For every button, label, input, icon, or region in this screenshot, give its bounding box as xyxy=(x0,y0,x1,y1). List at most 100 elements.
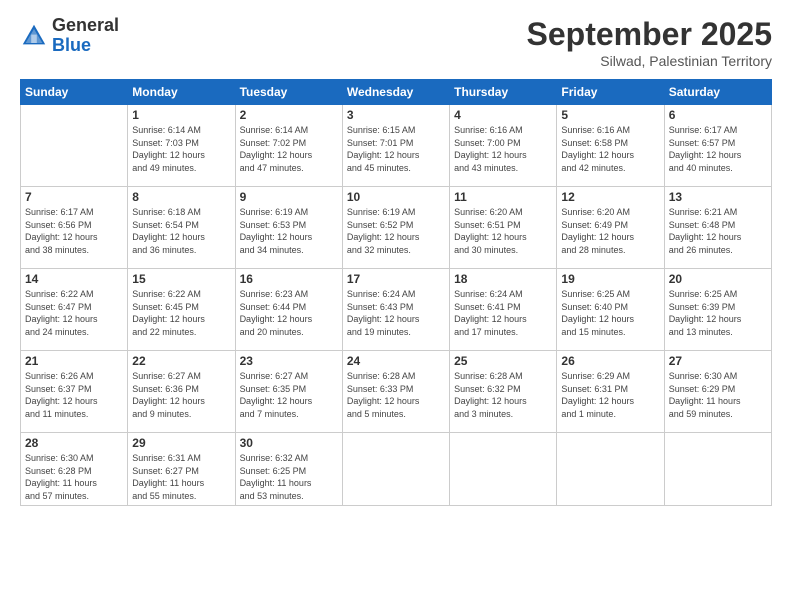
day-info: Sunrise: 6:28 AM Sunset: 6:33 PM Dayligh… xyxy=(347,370,445,420)
day-info: Sunrise: 6:23 AM Sunset: 6:44 PM Dayligh… xyxy=(240,288,338,338)
calendar-cell xyxy=(557,433,664,506)
day-info: Sunrise: 6:29 AM Sunset: 6:31 PM Dayligh… xyxy=(561,370,659,420)
day-number: 28 xyxy=(25,436,123,450)
calendar-cell: 24 Sunrise: 6:28 AM Sunset: 6:33 PM Dayli… xyxy=(342,351,449,433)
day-number: 29 xyxy=(132,436,230,450)
calendar-cell: 19Sunrise: 6:25 AM Sunset: 6:40 PM Dayli… xyxy=(557,269,664,351)
day-number: 17 xyxy=(347,272,445,286)
day-number: 1 xyxy=(132,108,230,122)
month-title: September 2025 xyxy=(527,16,772,53)
day-number: 21 xyxy=(25,354,123,368)
calendar-cell: 14 Sunrise: 6:22 AM Sunset: 6:47 PM Dayli… xyxy=(21,269,128,351)
calendar-week-1: 7 Sunrise: 6:17 AM Sunset: 6:56 PM Daylig… xyxy=(21,187,772,269)
calendar-cell xyxy=(664,433,771,506)
day-number: 9 xyxy=(240,190,338,204)
title-area: September 2025 Silwad, Palestinian Terri… xyxy=(527,16,772,69)
day-info: Sunrise: 6:22 AM Sunset: 6:45 PM Dayligh… xyxy=(132,288,230,338)
day-number: 3 xyxy=(347,108,445,122)
calendar-cell: 27Sunrise: 6:30 AM Sunset: 6:29 PM Dayli… xyxy=(664,351,771,433)
day-number: 30 xyxy=(240,436,338,450)
day-number: 18 xyxy=(454,272,552,286)
day-number: 7 xyxy=(25,190,123,204)
calendar-cell: 11 Sunrise: 6:20 AM Sunset: 6:51 PM Dayli… xyxy=(450,187,557,269)
day-info: Sunrise: 6:31 AM Sunset: 6:27 PM Dayligh… xyxy=(132,452,230,502)
day-number: 19 xyxy=(561,272,659,286)
day-number: 2 xyxy=(240,108,338,122)
calendar-cell: 10 Sunrise: 6:19 AM Sunset: 6:52 PM Dayli… xyxy=(342,187,449,269)
day-number: 10 xyxy=(347,190,445,204)
day-info: Sunrise: 6:19 AM Sunset: 6:53 PM Dayligh… xyxy=(240,206,338,256)
day-info: Sunrise: 6:22 AM Sunset: 6:47 PM Dayligh… xyxy=(25,288,123,338)
calendar-cell: 20 Sunrise: 6:25 AM Sunset: 6:39 PM Dayli… xyxy=(664,269,771,351)
day-info: Sunrise: 6:27 AM Sunset: 6:36 PM Dayligh… xyxy=(132,370,230,420)
calendar-cell: 4 Sunrise: 6:16 AM Sunset: 7:00 PM Daylig… xyxy=(450,105,557,187)
calendar-cell: 1Sunrise: 6:14 AM Sunset: 7:03 PM Daylig… xyxy=(128,105,235,187)
day-number: 24 xyxy=(347,354,445,368)
day-info: Sunrise: 6:24 AM Sunset: 6:43 PM Dayligh… xyxy=(347,288,445,338)
day-info: Sunrise: 6:27 AM Sunset: 6:35 PM Dayligh… xyxy=(240,370,338,420)
day-header-wednesday: Wednesday xyxy=(342,80,449,105)
logo-text: General Blue xyxy=(52,16,119,56)
calendar-header-row: SundayMondayTuesdayWednesdayThursdayFrid… xyxy=(21,80,772,105)
day-info: Sunrise: 6:15 AM Sunset: 7:01 PM Dayligh… xyxy=(347,124,445,174)
day-header-monday: Monday xyxy=(128,80,235,105)
day-header-saturday: Saturday xyxy=(664,80,771,105)
calendar-cell: 28 Sunrise: 6:30 AM Sunset: 6:28 PM Dayli… xyxy=(21,433,128,506)
day-number: 8 xyxy=(132,190,230,204)
calendar-cell xyxy=(21,105,128,187)
calendar-cell xyxy=(342,433,449,506)
day-number: 16 xyxy=(240,272,338,286)
header: General Blue September 2025 Silwad, Pale… xyxy=(20,16,772,69)
day-number: 25 xyxy=(454,354,552,368)
day-number: 26 xyxy=(561,354,659,368)
calendar-week-0: 1Sunrise: 6:14 AM Sunset: 7:03 PM Daylig… xyxy=(21,105,772,187)
day-info: Sunrise: 6:20 AM Sunset: 6:51 PM Dayligh… xyxy=(454,206,552,256)
calendar-cell: 25 Sunrise: 6:28 AM Sunset: 6:32 PM Dayli… xyxy=(450,351,557,433)
calendar-cell: 16 Sunrise: 6:23 AM Sunset: 6:44 PM Dayli… xyxy=(235,269,342,351)
day-header-thursday: Thursday xyxy=(450,80,557,105)
day-info: Sunrise: 6:17 AM Sunset: 6:57 PM Dayligh… xyxy=(669,124,767,174)
logo-general: General xyxy=(52,16,119,36)
day-info: Sunrise: 6:24 AM Sunset: 6:41 PM Dayligh… xyxy=(454,288,552,338)
day-number: 23 xyxy=(240,354,338,368)
calendar: SundayMondayTuesdayWednesdayThursdayFrid… xyxy=(20,79,772,506)
day-number: 20 xyxy=(669,272,767,286)
location-subtitle: Silwad, Palestinian Territory xyxy=(527,53,772,69)
calendar-cell: 15 Sunrise: 6:22 AM Sunset: 6:45 PM Dayli… xyxy=(128,269,235,351)
calendar-cell: 7 Sunrise: 6:17 AM Sunset: 6:56 PM Daylig… xyxy=(21,187,128,269)
day-info: Sunrise: 6:21 AM Sunset: 6:48 PM Dayligh… xyxy=(669,206,767,256)
calendar-cell: 17 Sunrise: 6:24 AM Sunset: 6:43 PM Dayli… xyxy=(342,269,449,351)
calendar-cell: 13 Sunrise: 6:21 AM Sunset: 6:48 PM Dayli… xyxy=(664,187,771,269)
day-number: 15 xyxy=(132,272,230,286)
calendar-cell: 8Sunrise: 6:18 AM Sunset: 6:54 PM Daylig… xyxy=(128,187,235,269)
day-number: 13 xyxy=(669,190,767,204)
calendar-cell: 12Sunrise: 6:20 AM Sunset: 6:49 PM Dayli… xyxy=(557,187,664,269)
day-info: Sunrise: 6:32 AM Sunset: 6:25 PM Dayligh… xyxy=(240,452,338,502)
day-info: Sunrise: 6:19 AM Sunset: 6:52 PM Dayligh… xyxy=(347,206,445,256)
day-info: Sunrise: 6:16 AM Sunset: 7:00 PM Dayligh… xyxy=(454,124,552,174)
day-info: Sunrise: 6:30 AM Sunset: 6:28 PM Dayligh… xyxy=(25,452,123,502)
calendar-cell: 6Sunrise: 6:17 AM Sunset: 6:57 PM Daylig… xyxy=(664,105,771,187)
calendar-cell: 9 Sunrise: 6:19 AM Sunset: 6:53 PM Daylig… xyxy=(235,187,342,269)
day-info: Sunrise: 6:28 AM Sunset: 6:32 PM Dayligh… xyxy=(454,370,552,420)
calendar-cell: 18 Sunrise: 6:24 AM Sunset: 6:41 PM Dayli… xyxy=(450,269,557,351)
day-info: Sunrise: 6:17 AM Sunset: 6:56 PM Dayligh… xyxy=(25,206,123,256)
calendar-cell: 26 Sunrise: 6:29 AM Sunset: 6:31 PM Dayli… xyxy=(557,351,664,433)
calendar-cell: 3 Sunrise: 6:15 AM Sunset: 7:01 PM Daylig… xyxy=(342,105,449,187)
day-number: 4 xyxy=(454,108,552,122)
day-info: Sunrise: 6:25 AM Sunset: 6:39 PM Dayligh… xyxy=(669,288,767,338)
calendar-cell: 2Sunrise: 6:14 AM Sunset: 7:02 PM Daylig… xyxy=(235,105,342,187)
calendar-week-4: 28 Sunrise: 6:30 AM Sunset: 6:28 PM Dayli… xyxy=(21,433,772,506)
calendar-week-3: 21Sunrise: 6:26 AM Sunset: 6:37 PM Dayli… xyxy=(21,351,772,433)
calendar-cell: 30 Sunrise: 6:32 AM Sunset: 6:25 PM Dayli… xyxy=(235,433,342,506)
day-number: 14 xyxy=(25,272,123,286)
day-info: Sunrise: 6:20 AM Sunset: 6:49 PM Dayligh… xyxy=(561,206,659,256)
logo-icon xyxy=(20,22,48,50)
day-info: Sunrise: 6:16 AM Sunset: 6:58 PM Dayligh… xyxy=(561,124,659,174)
day-number: 27 xyxy=(669,354,767,368)
day-number: 5 xyxy=(561,108,659,122)
day-number: 11 xyxy=(454,190,552,204)
day-header-tuesday: Tuesday xyxy=(235,80,342,105)
day-header-sunday: Sunday xyxy=(21,80,128,105)
calendar-cell: 23 Sunrise: 6:27 AM Sunset: 6:35 PM Dayli… xyxy=(235,351,342,433)
